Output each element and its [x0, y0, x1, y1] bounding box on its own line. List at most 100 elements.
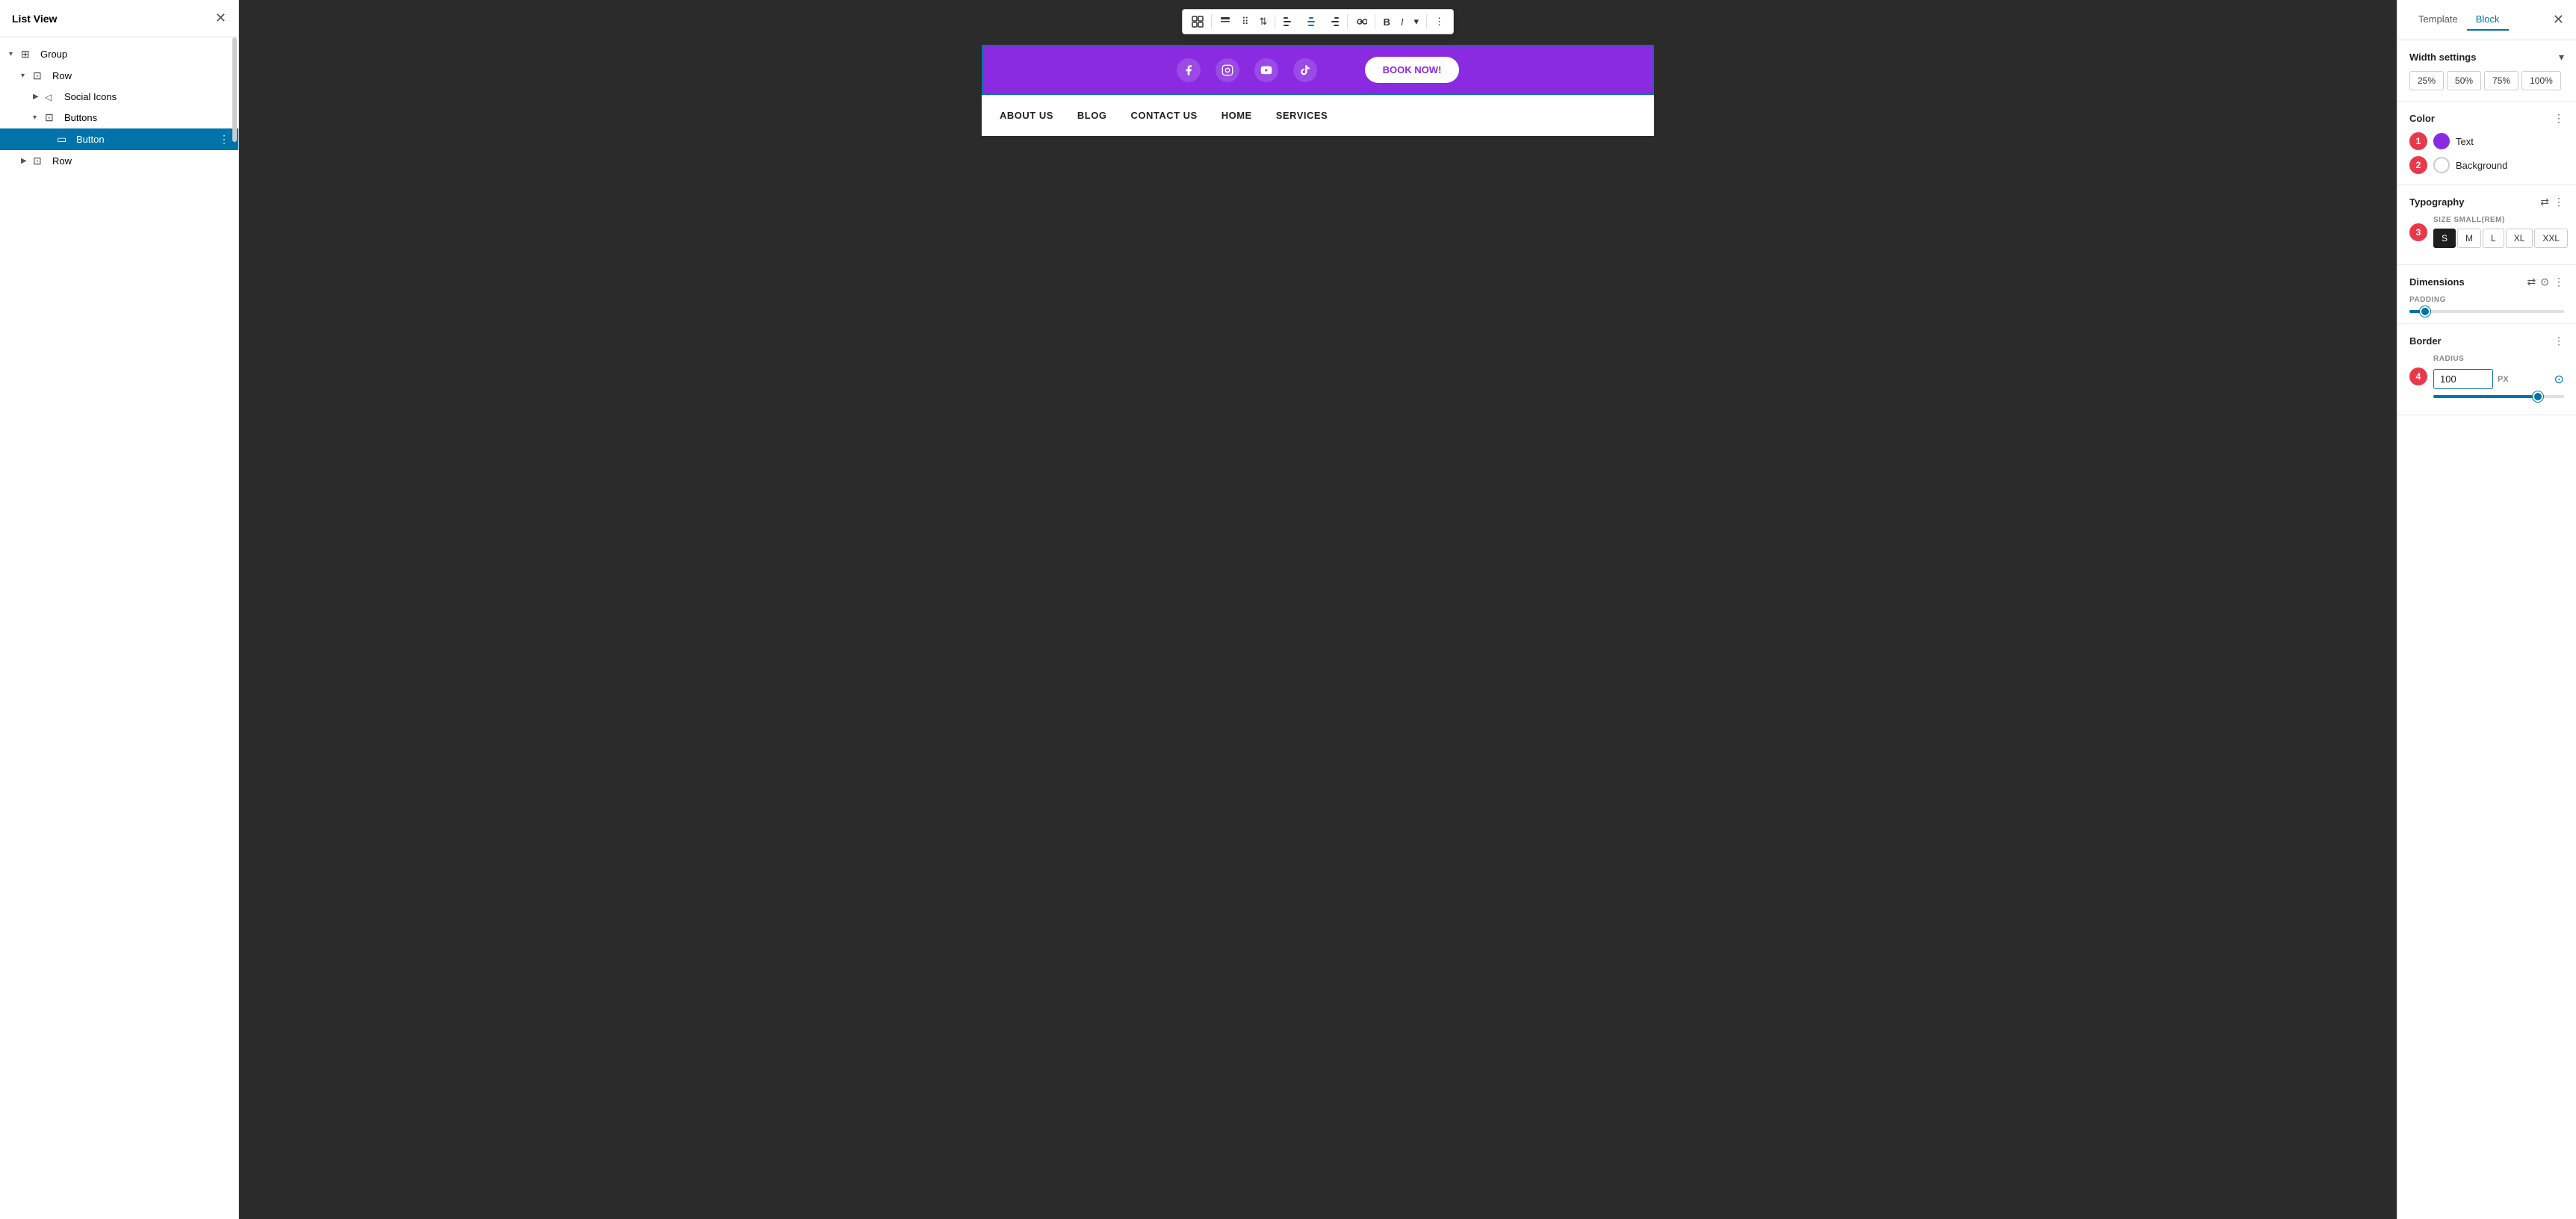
nav-item-home[interactable]: HOME — [1222, 110, 1252, 121]
width-50-btn[interactable]: 50% — [2447, 71, 2481, 90]
scrollbar[interactable] — [232, 37, 237, 142]
border-badge-4: 4 — [2409, 367, 2427, 385]
tiktok-icon[interactable] — [1293, 58, 1317, 82]
radius-label: RADIUS — [2433, 355, 2564, 363]
color-badge-1: 1 — [2409, 132, 2427, 150]
typography-section: Typography ⇄ ⋮ 3 SIZE SMALL(REM) S M L X… — [2397, 185, 2576, 265]
tree-item-button[interactable]: ▭ Button ⋮ — [0, 128, 238, 150]
toolbar-updown-btn[interactable]: ⇅ — [1255, 13, 1272, 31]
typography-badge-3: 3 — [2409, 223, 2427, 241]
toolbar-center-btn[interactable] — [1301, 14, 1322, 29]
color-label: Color — [2409, 113, 2435, 124]
radius-slider-thumb[interactable] — [2533, 391, 2543, 402]
toolbar-grid-btn[interactable] — [1187, 13, 1208, 31]
text-color-row: 1 Text — [2409, 132, 2564, 150]
tree-item-label: Social Icons — [64, 91, 117, 102]
toolbar-divider — [1426, 14, 1427, 29]
toolbar-dropdown-btn[interactable]: ▾ — [1409, 13, 1423, 31]
floating-toolbar: ⠿ ⇅ B I ▾ ⋮ — [1182, 9, 1454, 34]
toolbar-link-btn[interactable] — [1351, 14, 1372, 29]
color-section: Color ⋮ 1 Text 2 Background — [2397, 102, 2576, 185]
radius-link-icon[interactable]: ⊙ — [2554, 372, 2564, 387]
social-icons-icon: ◁ — [45, 92, 60, 102]
radius-input[interactable] — [2433, 369, 2493, 389]
text-color-swatch[interactable] — [2433, 133, 2450, 149]
typography-more-btn[interactable]: ⋮ — [2554, 196, 2564, 208]
toolbar-align-right-btn[interactable] — [1323, 14, 1344, 29]
toolbar-more-btn[interactable]: ⋮ — [1430, 13, 1449, 31]
typography-badge-row: 3 SIZE SMALL(REM) S M L XL XXL — [2409, 216, 2564, 248]
width-settings-title: Width settings ▾ — [2409, 51, 2564, 63]
canvas-inner: ⠿ ⇅ B I ▾ ⋮ — [982, 45, 1654, 136]
bg-color-swatch[interactable] — [2433, 157, 2450, 173]
book-now-button[interactable]: BOOK NOW! — [1365, 57, 1460, 83]
tab-block[interactable]: Block — [2467, 9, 2509, 31]
radius-slider — [2433, 395, 2564, 398]
instagram-icon[interactable] — [1216, 58, 1239, 82]
chevron-icon: ▶ — [33, 93, 45, 101]
tree-list: ▾ ⊞ Group ▾ ⊡ Row ▶ ◁ Social Icons ▾ ⊡ B… — [0, 37, 238, 1219]
right-panel: Template Block ✕ Width settings ▾ 25% 50… — [2397, 0, 2576, 1219]
social-icons-bar — [1177, 58, 1317, 82]
nav-item-services[interactable]: SERVICES — [1276, 110, 1328, 121]
typography-section-title: Typography ⇄ ⋮ — [2409, 196, 2564, 208]
tab-template[interactable]: Template — [2409, 9, 2467, 31]
tree-item-buttons[interactable]: ▾ ⊡ Buttons — [0, 107, 238, 128]
size-l-btn[interactable]: L — [2483, 229, 2504, 248]
toolbar-bold-btn[interactable]: B — [1378, 13, 1394, 31]
toolbar-align-left-btn[interactable] — [1278, 14, 1299, 29]
toolbar-divider — [1347, 14, 1348, 29]
color-more-btn[interactable]: ⋮ — [2554, 112, 2564, 125]
group-icon: ⊞ — [21, 48, 36, 61]
toolbar-italic-btn[interactable]: I — [1396, 13, 1408, 31]
padding-slider-track[interactable] — [2409, 310, 2564, 313]
size-xxl-btn[interactable]: XXL — [2534, 229, 2568, 248]
website-bar: BOOK NOW! — [982, 45, 1654, 95]
size-buttons: S M L XL XXL — [2433, 229, 2568, 248]
nav-item-contact[interactable]: CONTACT US — [1130, 110, 1197, 121]
width-75-btn[interactable]: 75% — [2484, 71, 2518, 90]
collapse-width-btn[interactable]: ▾ — [2559, 51, 2564, 63]
tree-item-row1[interactable]: ▾ ⊡ Row — [0, 65, 238, 87]
dimensions-more-btn[interactable]: ⋮ — [2554, 276, 2564, 288]
toolbar-divider — [1211, 14, 1212, 29]
dimensions-settings-btn[interactable]: ⇄ — [2527, 276, 2536, 288]
dimensions-icons: ⇄ ⊙ ⋮ — [2527, 276, 2564, 288]
size-xl-btn[interactable]: XL — [2506, 229, 2533, 248]
tree-item-group[interactable]: ▾ ⊞ Group — [0, 43, 238, 65]
radius-slider-track[interactable] — [2433, 395, 2564, 398]
dimensions-link-btn[interactable]: ⊙ — [2540, 276, 2549, 288]
chevron-icon: ▾ — [21, 72, 33, 80]
dimensions-section: Dimensions ⇄ ⊙ ⋮ PADDING — [2397, 265, 2576, 324]
width-settings-section: Width settings ▾ 25% 50% 75% 100% — [2397, 40, 2576, 102]
size-label: SIZE SMALL(REM) — [2433, 216, 2568, 224]
close-left-panel-button[interactable]: ✕ — [215, 10, 226, 26]
bg-color-label: Background — [2456, 160, 2507, 171]
size-s-btn[interactable]: S — [2433, 229, 2456, 248]
radius-input-row: PX ⊙ — [2433, 369, 2564, 389]
toolbar-text-btn[interactable] — [1215, 13, 1236, 31]
nav-item-blog[interactable]: BLOG — [1077, 110, 1107, 121]
border-more-btn[interactable]: ⋮ — [2554, 335, 2564, 347]
chevron-icon: ▶ — [21, 157, 33, 165]
youtube-icon[interactable] — [1254, 58, 1278, 82]
close-right-panel-button[interactable]: ✕ — [2553, 12, 2564, 28]
row-icon: ⊡ — [33, 69, 48, 82]
chevron-icon: ▾ — [9, 50, 21, 58]
width-100-btn[interactable]: 100% — [2521, 71, 2561, 90]
more-options-button[interactable]: ⋮ — [219, 133, 229, 146]
tree-item-social-icons[interactable]: ▶ ◁ Social Icons — [0, 87, 238, 107]
tree-item-row2[interactable]: ▶ ⊡ Row — [0, 150, 238, 172]
tree-item-label: Button — [76, 134, 105, 145]
button-icon: ▭ — [57, 133, 72, 146]
tab-group: Template Block — [2409, 9, 2509, 31]
padding-slider-thumb[interactable] — [2420, 306, 2430, 317]
width-25-btn[interactable]: 25% — [2409, 71, 2444, 90]
text-color-label: Text — [2456, 136, 2474, 147]
panel-header: List View ✕ — [0, 0, 238, 37]
toolbar-drag-btn[interactable]: ⠿ — [1237, 13, 1254, 31]
nav-item-about[interactable]: ABOUT US — [1000, 110, 1053, 121]
size-m-btn[interactable]: M — [2457, 229, 2481, 248]
facebook-icon[interactable] — [1177, 58, 1201, 82]
typography-settings-btn[interactable]: ⇄ — [2540, 196, 2549, 208]
